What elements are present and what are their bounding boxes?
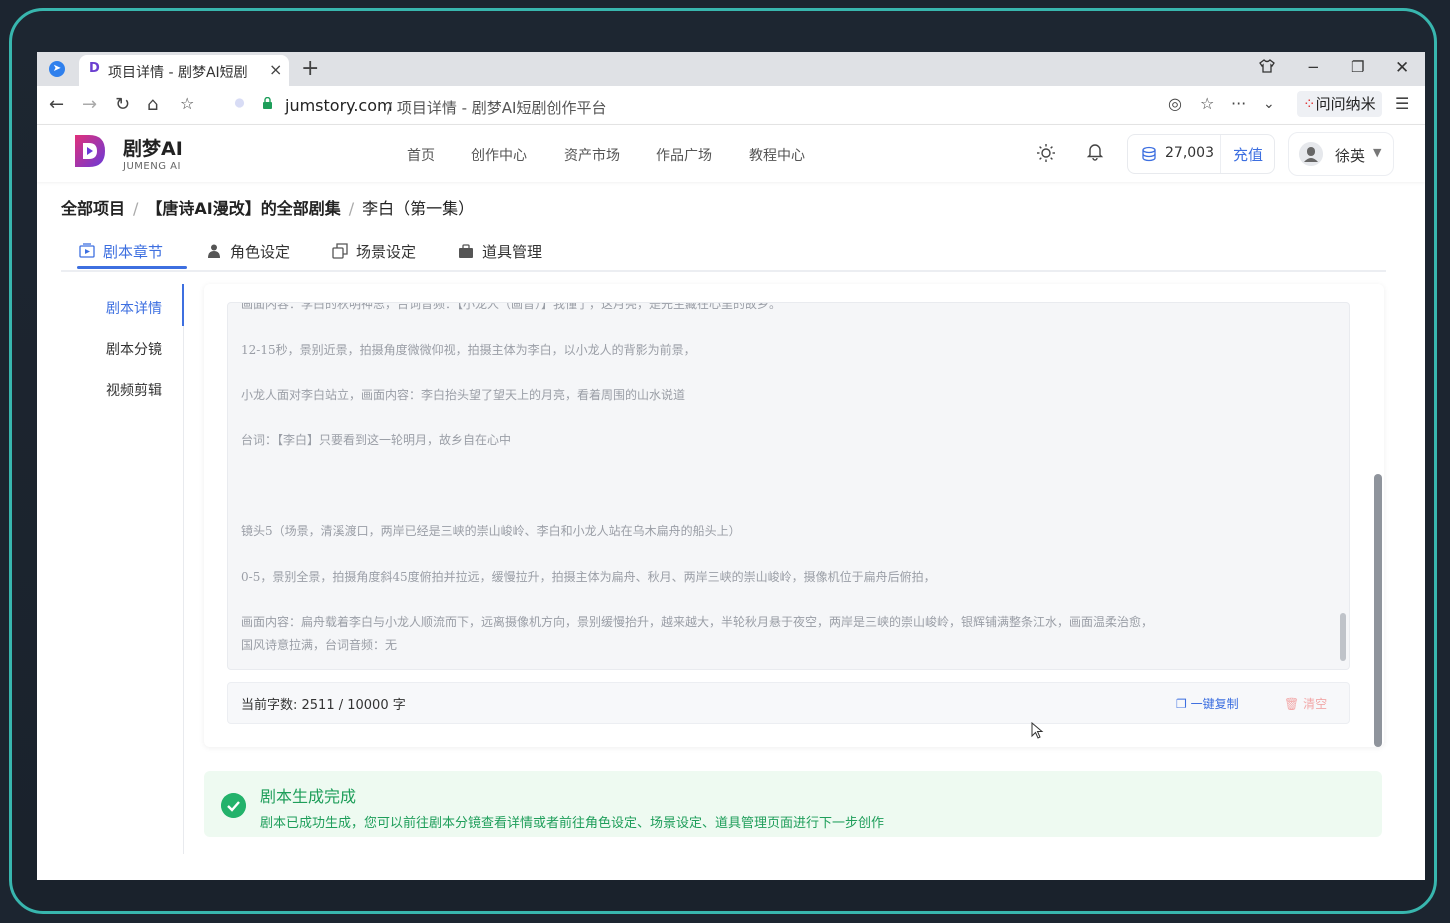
browser-tab[interactable]: D 项目详情 - 剧梦AI短剧 × (79, 55, 289, 86)
reload-icon[interactable]: ↻ (115, 94, 130, 115)
side-item-video-editing[interactable]: 视频剪辑 (106, 380, 162, 400)
tab-close-icon[interactable]: × (269, 60, 282, 79)
scene-icon (332, 243, 348, 259)
script-line: 画面内容：扁舟载着李白与小龙人顺流而下，远离摄像机方向，景别缓慢抬升，越来越大，… (241, 615, 1154, 629)
side-active-indicator (182, 284, 184, 326)
bell-icon[interactable] (1085, 141, 1105, 161)
nav-home[interactable]: 首页 (407, 145, 435, 165)
success-title: 剧本生成完成 (260, 787, 357, 806)
address-bar-row: ← → ↻ ⌂ ☆ jumstory.com / 项目详情 - 剧梦AI短剧创作… (37, 86, 1425, 125)
chevron-down-icon[interactable]: ⌄ (1263, 96, 1275, 112)
side-item-storyboard[interactable]: 剧本分镜 (106, 339, 162, 359)
caret-down-icon: ▼ (1373, 146, 1382, 159)
active-tab-indicator (77, 266, 187, 269)
credits-balance: 27,003 (1165, 145, 1214, 161)
back-icon[interactable]: ← (49, 94, 64, 115)
url-domain: jumstory.com (285, 96, 393, 115)
recharge-button[interactable]: 充值 (1233, 144, 1263, 165)
breadcrumb-all-projects[interactable]: 全部项目 (61, 199, 125, 218)
success-banner: 剧本生成完成 剧本已成功生成，您可以前往剧本分镜查看详情或者前往角色设定、场景设… (204, 771, 1382, 837)
nav-asset-market[interactable]: 资产市场 (564, 145, 620, 165)
script-line: 小龙人面对李白站立，画面内容：李白抬头望了望天上的月亮，看着周围的山水说道 (241, 388, 686, 402)
breadcrumb-separator: / (348, 199, 355, 218)
star-icon[interactable]: ☆ (1200, 94, 1214, 113)
browser-window: ➤ D 项目详情 - 剧梦AI短剧 × + − ❐ ✕ ← → ↻ ⌂ ☆ ju… (37, 52, 1425, 880)
script-textarea[interactable]: 画面内容：李白的秋明神思，台词音频：【小龙人（画音）】我懂了，这月亮，是先生藏在… (227, 302, 1350, 670)
breadcrumb: 全部项目 / 【唐诗AI漫改】的全部剧集 / 李白（第一集） (61, 195, 474, 219)
forward-icon[interactable]: → (82, 94, 97, 115)
logo-title: 剧梦AI (123, 138, 183, 160)
prop-icon (459, 244, 473, 258)
script-line: 0-5，景别全景，拍摄角度斜45度俯拍并拉远，缓慢拉升，拍摄主体为扁舟、秋月、两… (241, 570, 936, 584)
mouse-cursor-icon (1031, 722, 1044, 739)
url-page-title: / 项目详情 - 剧梦AI短剧创作平台 (387, 99, 607, 117)
copy-all-button[interactable]: ❐ 一键复制 (1176, 695, 1239, 712)
url-bar[interactable]: jumstory.com / 项目详情 - 剧梦AI短剧创作平台 (222, 91, 1292, 119)
user-menu[interactable]: 徐英 ▼ (1288, 132, 1394, 176)
site-info-icon[interactable] (234, 97, 245, 109)
lock-icon (263, 97, 272, 109)
minimize-icon[interactable]: − (1307, 58, 1320, 76)
credits-widget: 27,003 充值 (1127, 134, 1275, 174)
tab-script-chapters[interactable]: 剧本章节 (79, 241, 163, 262)
tab-title: 项目详情 - 剧梦AI短剧 (108, 65, 248, 81)
app-header: 剧梦AI JUMENG AI 首页 创作中心 资产市场 作品广场 教程中心 27… (37, 125, 1425, 182)
tab-character-settings[interactable]: 角色设定 (206, 241, 290, 262)
theme-toggle-icon[interactable] (1036, 143, 1056, 163)
logo-icon[interactable] (73, 133, 107, 169)
project-tabs: 剧本章节 角色设定 场景设定 道具管理 (61, 234, 1386, 272)
side-item-script-details[interactable]: 剧本详情 (106, 298, 162, 318)
telegram-icon[interactable]: ➤ (49, 61, 65, 77)
site-favicon-icon: D (89, 61, 100, 76)
word-count: 当前字数: 2511 / 10000 字 (241, 698, 406, 713)
restore-icon[interactable]: ❐ (1351, 58, 1364, 76)
nav-creation-center[interactable]: 创作中心 (471, 145, 527, 165)
more-icon[interactable]: ··· (1231, 94, 1246, 113)
side-menu: 剧本详情 剧本分镜 视频剪辑 (61, 284, 184, 854)
new-tab-button[interactable]: + (301, 56, 319, 81)
success-description: 剧本已成功生成，您可以前往剧本分镜查看详情或者前往角色设定、场景设定、道具管理页… (260, 816, 885, 831)
script-line: 镜头5（场景，清溪渡口，两岸已经是三峡的崇山峻岭、李白和小龙人站在乌木扁舟的船头… (241, 524, 741, 538)
bookmarks-icon[interactable]: ☆ (180, 94, 194, 113)
nav-works-plaza[interactable]: 作品广场 (656, 145, 712, 165)
script-line: 台词：【李白】只要看到这一轮明月，故乡自在心中 (241, 433, 512, 447)
avatar (1299, 142, 1323, 166)
script-line: 12-15秒，景别近景，拍摄角度微微仰视，拍摄主体为李白，以小龙人的背影为前景， (241, 343, 696, 357)
tab-scene-settings[interactable]: 场景设定 (332, 241, 416, 262)
extension-button[interactable]: ⁘问问纳米 (1297, 91, 1382, 117)
shirt-icon[interactable] (1259, 58, 1275, 78)
breadcrumb-current: 李白（第一集） (362, 199, 475, 218)
script-card: 画面内容：李白的秋明神思，台词音频：【小龙人（画音）】我懂了，这月亮，是先生藏在… (204, 284, 1384, 747)
coins-icon (1142, 146, 1156, 162)
breadcrumb-project[interactable]: 【唐诗AI漫改】的全部剧集 (146, 199, 340, 218)
clear-button[interactable]: 🗑 清空 (1284, 695, 1327, 712)
close-window-icon[interactable]: ✕ (1395, 58, 1409, 78)
textarea-scrollbar[interactable] (1340, 613, 1346, 661)
copy-icon: ❐ (1176, 697, 1191, 711)
breadcrumb-separator: / (133, 199, 139, 218)
extension-icon: ⁘ (1303, 95, 1316, 113)
page-scrollbar[interactable] (1374, 474, 1382, 747)
user-name: 徐英 (1335, 147, 1366, 165)
lightbulb-icon[interactable]: ◎ (1168, 94, 1182, 113)
script-stats-bar: 当前字数: 2511 / 10000 字 ❐ 一键复制 🗑 清空 (227, 682, 1350, 724)
tab-prop-management[interactable]: 道具管理 (458, 241, 542, 262)
character-icon (208, 244, 220, 258)
logo-subtitle: JUMENG AI (123, 161, 181, 172)
script-icon (79, 243, 95, 258)
browser-tab-strip: ➤ D 项目详情 - 剧梦AI短剧 × + − ❐ ✕ (37, 52, 1425, 86)
trash-icon: 🗑 (1284, 697, 1304, 711)
home-icon[interactable]: ⌂ (147, 94, 158, 115)
check-circle-icon (221, 793, 246, 818)
script-line: 画面内容：李白的秋明神思，台词音频：【小龙人（画音）】我懂了，这月亮，是先生藏在… (241, 302, 782, 311)
menu-icon[interactable]: ☰ (1395, 94, 1409, 113)
script-line: 国风诗意拉满，台词音频：无 (241, 638, 398, 652)
nav-tutorial-center[interactable]: 教程中心 (749, 145, 805, 165)
